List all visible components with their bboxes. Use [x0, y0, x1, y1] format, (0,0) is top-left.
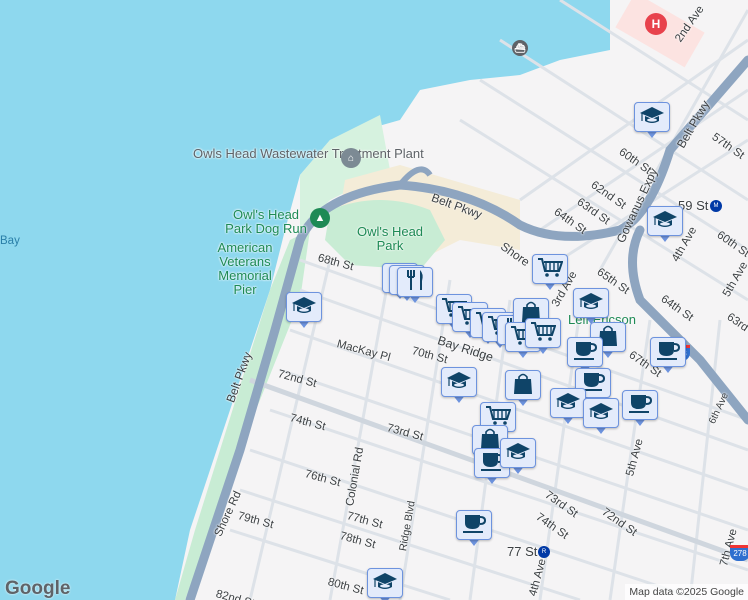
coffee-icon — [572, 339, 598, 366]
coffee-icon — [461, 512, 487, 539]
coffee-marker[interactable] — [622, 390, 658, 428]
interstate-shield-icon: 278 — [730, 545, 748, 561]
school-marker[interactable] — [441, 367, 477, 405]
coffee-marker[interactable] — [456, 510, 492, 548]
bay-label: Bay — [0, 235, 20, 247]
school-marker[interactable] — [583, 398, 619, 436]
school-icon — [555, 390, 581, 417]
shopping-cart-marker[interactable] — [532, 254, 568, 292]
shopping-cart-icon — [530, 320, 557, 347]
school-marker[interactable] — [367, 568, 403, 600]
shopping-cart-icon — [537, 256, 564, 283]
77-st-station-label[interactable]: 77 St — [507, 544, 537, 559]
plant-landmark-icon[interactable]: ⌂ — [341, 148, 361, 168]
ferry-icon[interactable]: ⛴ — [512, 40, 528, 56]
school-marker[interactable] — [634, 102, 670, 140]
restaurant-marker[interactable] — [397, 267, 433, 305]
school-icon — [578, 290, 604, 317]
school-icon — [588, 400, 614, 427]
veterans-pier-label: American Veterans Memorial Pier — [217, 240, 273, 297]
map-attribution[interactable]: Map data ©2025 Google — [625, 584, 748, 600]
school-marker[interactable] — [286, 292, 322, 330]
school-marker[interactable] — [647, 206, 683, 244]
school-marker[interactable] — [550, 388, 586, 426]
google-logo: Google — [5, 578, 71, 599]
coffee-icon — [627, 392, 653, 419]
school-icon — [639, 104, 665, 131]
map-base — [0, 0, 748, 600]
park-tree-icon[interactable]: ▲ — [310, 208, 330, 228]
dog-run-label: Owl's Head Park Dog Run — [225, 207, 307, 236]
map-canvas[interactable]: Owls Head Wastewater Treatment Plant Owl… — [0, 0, 748, 600]
school-icon — [505, 440, 531, 467]
hospital-icon[interactable]: H — [645, 13, 667, 35]
school-icon — [446, 369, 472, 396]
school-marker[interactable] — [573, 288, 609, 326]
owls-head-park-label: Owl's Head Park — [356, 224, 424, 253]
subway-icon[interactable]: M — [710, 200, 722, 212]
subway-icon[interactable]: R — [538, 546, 550, 558]
coffee-icon — [655, 339, 681, 366]
school-icon — [372, 570, 398, 597]
coffee-marker[interactable] — [650, 337, 686, 375]
shopping-cart-marker[interactable] — [525, 318, 561, 356]
school-icon — [652, 208, 678, 235]
school-marker[interactable] — [500, 438, 536, 476]
school-icon — [291, 294, 317, 321]
restaurant-icon — [402, 269, 428, 296]
owls-head-plant-label: Owls Head Wastewater Treatment Plant — [193, 146, 424, 161]
shopping-bag-icon — [510, 372, 536, 399]
